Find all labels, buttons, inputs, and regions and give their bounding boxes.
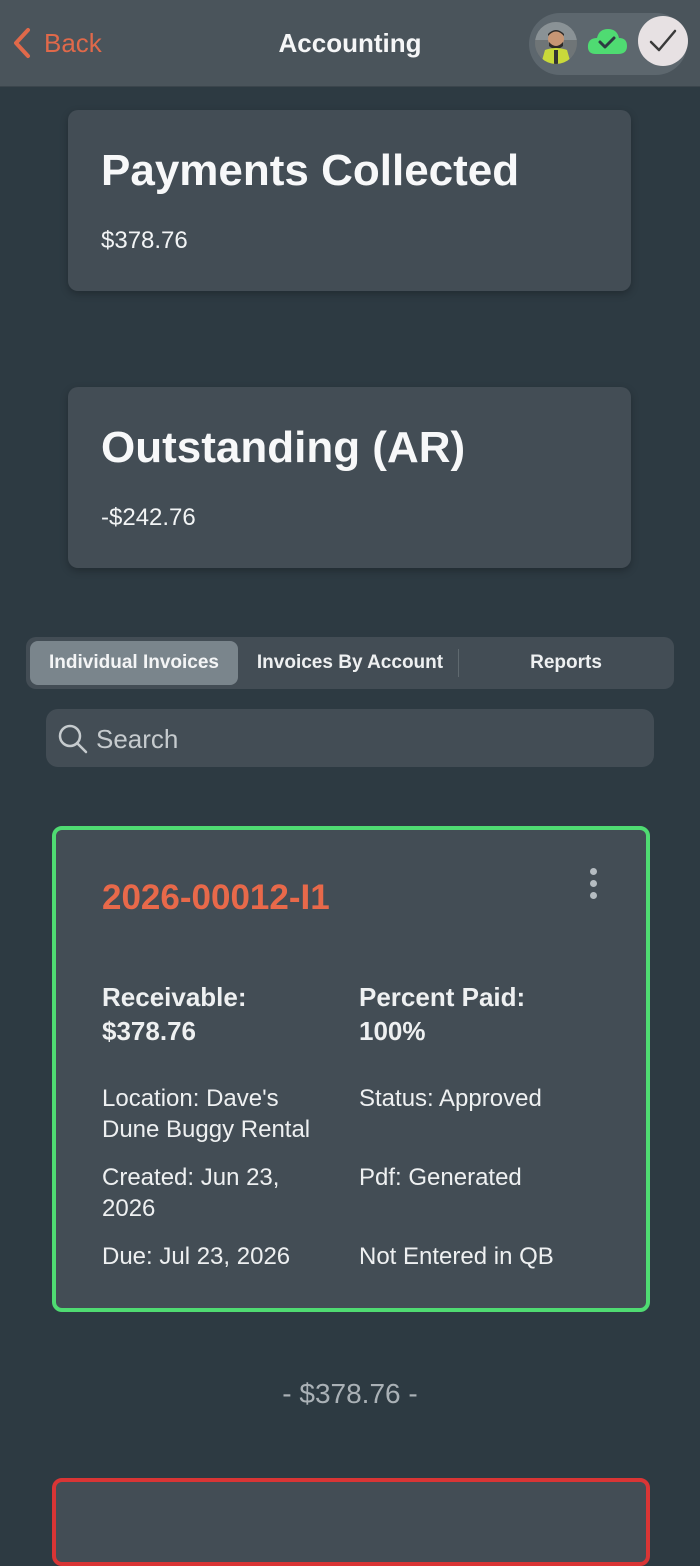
search-input[interactable] [94, 709, 638, 769]
more-options-icon[interactable] [586, 868, 600, 904]
outstanding-title: Outstanding (AR) [101, 423, 466, 472]
receivable-label: Receivable: [102, 982, 247, 1012]
outstanding-amount: -$242.76 [101, 504, 196, 531]
invoice-card-partial[interactable] [52, 1478, 650, 1566]
payments-collected-amount: $378.76 [101, 227, 188, 254]
avatar[interactable] [535, 22, 577, 64]
due-date: Due: Jul 23, 2026 [102, 1243, 291, 1270]
created-line-2: 2026 [102, 1195, 156, 1222]
pdf-status: Pdf: Generated [359, 1164, 522, 1191]
cloud-check-icon[interactable] [586, 26, 628, 61]
payments-collected-card: Payments Collected $378.76 [68, 110, 631, 291]
status-text: Status: Approved [359, 1085, 542, 1112]
payments-collected-title: Payments Collected [101, 146, 520, 195]
tab-divider [458, 649, 459, 677]
outstanding-card: Outstanding (AR) -$242.76 [68, 387, 631, 568]
qb-status: Not Entered in QB [359, 1243, 554, 1270]
tab-reports[interactable]: Reports [460, 641, 672, 685]
invoice-card[interactable]: 2026-00012-I1 Receivable: $378.76 Percen… [52, 826, 650, 1312]
tab-individual-invoices[interactable]: Individual Invoices [30, 641, 238, 685]
checkmark-icon [649, 29, 677, 52]
search-bar [46, 709, 654, 769]
tab-invoices-by-account[interactable]: Invoices By Account [242, 641, 458, 685]
percent-paid-label: Percent Paid: [359, 982, 526, 1012]
search-icon [58, 724, 88, 754]
invoice-number[interactable]: 2026-00012-I1 [102, 878, 330, 918]
location-line-1: Location: Dave's [102, 1085, 279, 1112]
percent-paid-value: 100% [359, 1016, 426, 1046]
receivable-value: $378.76 [102, 1016, 196, 1046]
location-line-2: Dune Buggy Rental [102, 1116, 311, 1143]
group-total: - $378.76 - [282, 1378, 418, 1409]
created-line-1: Created: Jun 23, [102, 1164, 280, 1191]
checkmark-button[interactable] [638, 16, 688, 66]
avatar-image [535, 22, 577, 64]
segmented-tabs: Individual Invoices Invoices By Account … [26, 637, 674, 689]
